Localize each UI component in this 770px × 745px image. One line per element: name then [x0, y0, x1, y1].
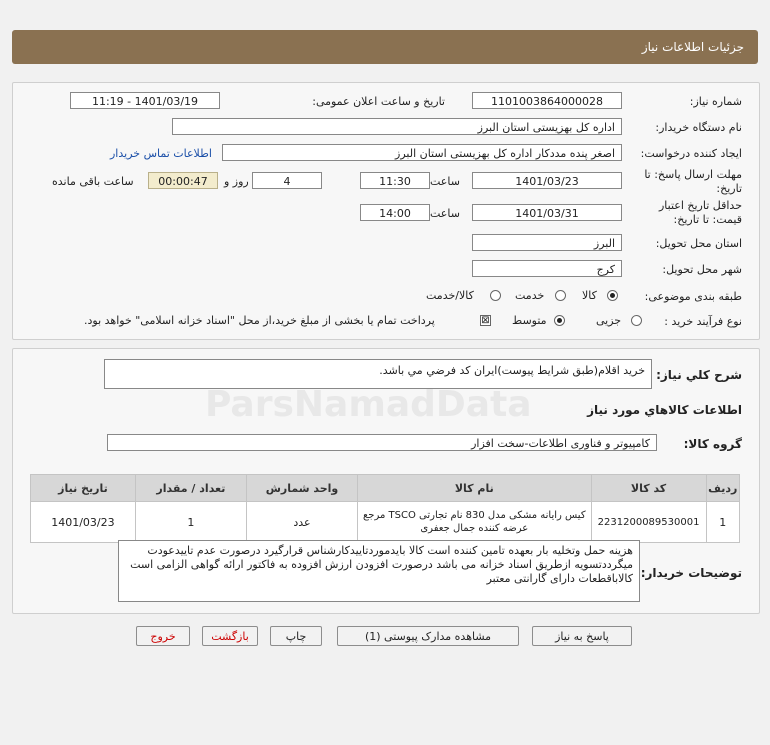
city-label: شهر محل تحویل: [662, 263, 742, 276]
days-label: روز و [224, 175, 249, 188]
summary-label: شرح کلي نياز: [656, 368, 742, 382]
exit-button[interactable]: خروج [136, 626, 190, 646]
validity-time-field: 14:00 [360, 204, 430, 221]
province-field: البرز [472, 234, 622, 251]
goods-table-header: ردیف کد کالا نام کالا واحد شمارش تعداد /… [30, 474, 741, 502]
buyer-org-label: نام دستگاه خریدار: [655, 121, 742, 134]
creator-field: اصغر پنده مددکار اداره کل بهزیستی استان … [222, 144, 622, 161]
announce-field: 1401/03/19 - 11:19 [70, 92, 220, 109]
category-goods-service-radio[interactable] [490, 290, 501, 301]
process-label: نوع فرآیند خرید : [664, 315, 742, 328]
treasury-payment-note: پرداخت تمام یا بخشی از مبلغ خرید،از محل … [84, 314, 435, 327]
goods-group-label: گروه کالا: [683, 437, 742, 451]
cell-qty: 1 [134, 501, 247, 543]
process-minor-radio[interactable] [631, 315, 642, 326]
buyer-notes-field: هزینه حمل وتخلیه بار بعهده تامین کننده ا… [118, 540, 640, 602]
col-qty: تعداد / مقدار [134, 474, 247, 502]
goods-table: ردیف کد کالا نام کالا واحد شمارش تعداد /… [30, 474, 741, 543]
page-header: جزئیات اطلاعات نیاز [12, 30, 758, 64]
buyer-org-field: اداره کل بهزیستی استان البرز [172, 118, 622, 135]
category-service-radio[interactable] [555, 290, 566, 301]
category-goods-label: کالا [582, 289, 597, 302]
table-row: 1 2231200089530001 کیس رایانه مشکی مدل 8… [30, 501, 741, 543]
deadline-label: مهلت ارسال پاسخ: تا تاریخ: [644, 168, 742, 195]
category-goods-radio[interactable] [607, 290, 618, 301]
validity-date-field: 1401/03/31 [472, 204, 622, 221]
category-service-label: خدمت [515, 289, 545, 302]
creator-label: ایجاد کننده درخواست: [640, 147, 742, 160]
category-goods-service-label: کالا/خدمت [426, 289, 474, 302]
remaining-label: ساعت باقی مانده [52, 175, 134, 188]
deadline-date-field: 1401/03/23 [472, 172, 622, 189]
reply-button[interactable]: پاسخ به نیاز [532, 626, 632, 646]
need-number-label: شماره نیاز: [689, 95, 742, 108]
buyer-contact-link[interactable]: اطلاعات تماس خریدار [110, 147, 212, 160]
validity-time-label: ساعت [430, 207, 460, 220]
need-number-field: 1101003864000028 [472, 92, 622, 109]
province-label: استان محل تحویل: [655, 237, 742, 250]
view-attachments-button[interactable]: مشاهده مدارک پیوستی (1) [337, 626, 519, 646]
category-label: طبقه بندی موضوعی: [644, 290, 742, 303]
col-name: نام کالا [357, 474, 592, 502]
process-medium-label: متوسط [512, 314, 547, 327]
col-code: کد کالا [590, 474, 707, 502]
goods-group-field: کامپيوتر و فناوری اطلاعات-سخت افزار [107, 434, 657, 451]
cell-unit: عدد [245, 501, 359, 543]
cell-date: 1401/03/23 [30, 501, 136, 543]
back-button[interactable]: بازگشت [202, 626, 258, 646]
cell-name: کیس رایانه مشکی مدل 830 نام تجارتی TSCO … [357, 501, 592, 543]
treasury-payment-checkbox[interactable]: ⊠ [480, 315, 491, 326]
deadline-time-label: ساعت [430, 175, 460, 188]
col-date: تاریخ نیاز [30, 474, 136, 502]
process-medium-radio[interactable] [554, 315, 565, 326]
buyer-notes-label: توضیحات خریدار: [640, 566, 742, 580]
col-unit: واحد شمارش [245, 474, 359, 502]
announce-label: تاریخ و ساعت اعلان عمومی: [312, 95, 445, 108]
summary-field: خريد اقلام(طبق شرايط پيوست)ايران کد فرضي… [104, 359, 652, 389]
cell-code: 2231200089530001 [590, 501, 707, 543]
page-title: جزئیات اطلاعات نیاز [641, 40, 744, 54]
print-button[interactable]: چاپ [270, 626, 322, 646]
days-field: 4 [252, 172, 322, 189]
goods-section-title: اطلاعات کالاهاي مورد نياز [587, 403, 742, 417]
process-minor-label: جزیی [596, 314, 622, 327]
remaining-time-field: 00:00:47 [148, 172, 218, 189]
col-index: ردیف [705, 474, 741, 502]
validity-label: حداقل تاریخ اعتبار قیمت: تا تاریخ: [658, 199, 742, 226]
cell-index: 1 [705, 501, 741, 543]
city-field: کرج [472, 260, 622, 277]
deadline-time-field: 11:30 [360, 172, 430, 189]
